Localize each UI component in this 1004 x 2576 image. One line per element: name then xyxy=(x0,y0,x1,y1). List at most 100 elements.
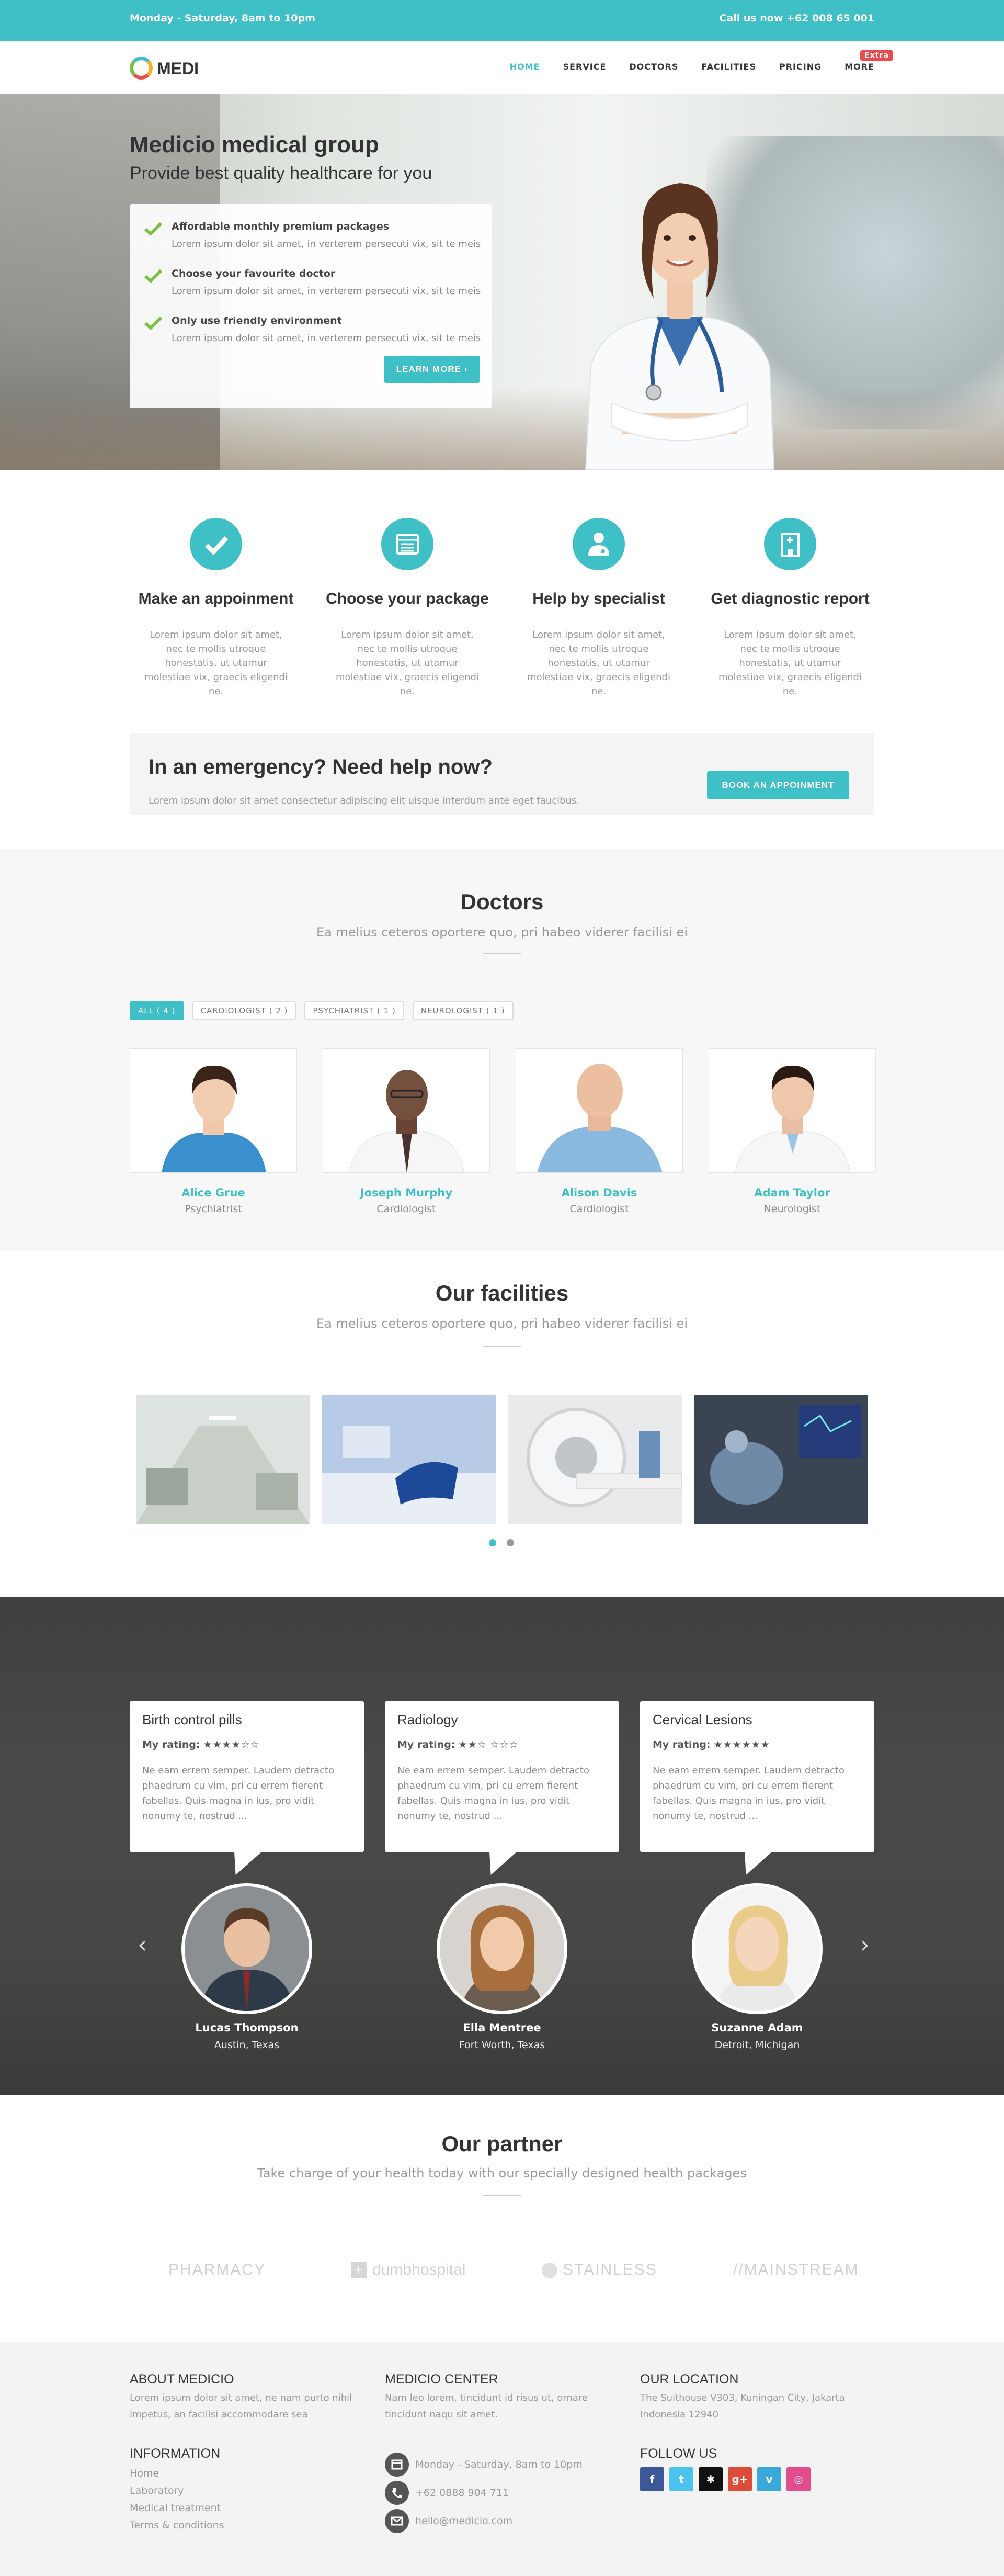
filter-cardiologist[interactable]: CARDIOLOGIST ( 2 ) xyxy=(192,1001,296,1020)
location-heading: OUR LOCATION xyxy=(640,2372,739,2387)
testimonial-name: Suzanne Adam xyxy=(711,2021,803,2034)
avatar xyxy=(181,1883,312,2014)
doctor-card[interactable]: Alison Davis Cardiologist xyxy=(516,1048,683,1221)
divider xyxy=(483,953,521,954)
nav-service[interactable]: SERVICE xyxy=(563,62,607,72)
logo-text: MEDI xyxy=(157,59,199,78)
doctor-photo xyxy=(323,1048,490,1173)
partner-logo-dumbhospital[interactable]: + dumbhospital xyxy=(351,2261,465,2279)
about-heading: ABOUT MEDICIO xyxy=(130,2372,234,2387)
rating-stars: ★★★★☆☆ xyxy=(203,1739,260,1750)
center-hours: Monday - Saturday, 8am to 10pm xyxy=(415,2459,583,2470)
doctor-specialty: Neurologist xyxy=(763,1203,821,1215)
doctor-name[interactable]: Adam Taylor xyxy=(709,1187,876,1199)
github-icon[interactable]: ✱ xyxy=(699,2467,723,2491)
nav-doctors[interactable]: DOCTORS xyxy=(629,62,678,72)
center-text: Nam leo lorem, tincidunt id risus ut, or… xyxy=(385,2392,588,2420)
partner-logo-pharmacy[interactable]: PHARMACY xyxy=(168,2261,266,2279)
doctor-specialty: Cardiologist xyxy=(376,1203,436,1215)
partner-section: Our partner Take charge of your health t… xyxy=(0,2095,1004,2342)
carousel-dots xyxy=(489,1539,514,1546)
testimonial-card: Birth control pills My rating: ★★★★☆☆ Ne… xyxy=(130,1701,364,1875)
doctor-name[interactable]: Alice Grue xyxy=(130,1187,297,1199)
carousel-dot-1[interactable] xyxy=(489,1539,496,1546)
nav-home[interactable]: HOME xyxy=(510,62,540,72)
call-number[interactable]: Call us now +62 008 65 001 xyxy=(719,13,874,24)
filter-all[interactable]: ALL ( 4 ) xyxy=(130,1001,184,1020)
check-icon xyxy=(144,222,162,235)
avatar xyxy=(692,1883,823,2014)
testimonial-title: Radiology xyxy=(397,1712,458,1727)
footer-link-medical-treatment[interactable]: Medical treatment xyxy=(130,2500,221,2517)
feature-desc: Lorem ipsum dolor sit amet, nec te molli… xyxy=(144,629,288,697)
testimonial-rating: My rating: ★★★★☆☆ xyxy=(142,1739,260,1750)
facility-image-corridor[interactable] xyxy=(136,1395,310,1524)
feature-specialist: Help by specialist Lorem ipsum dolor sit… xyxy=(512,518,685,698)
facilities-section: Our facilities Ea melius ceteros oporter… xyxy=(0,1251,1004,1597)
doctor-icon xyxy=(573,518,625,570)
benefit-desc: Lorem ipsum dolor sit amet, in verterem … xyxy=(172,239,481,250)
filter-psychiatrist[interactable]: PSYCHIATRIST ( 1 ) xyxy=(304,1001,404,1020)
learn-more-button[interactable]: LEARN MORE › xyxy=(384,356,480,383)
doctor-name[interactable]: Alison Davis xyxy=(516,1187,683,1199)
book-appointment-button[interactable]: BOOK AN APPOINMENT xyxy=(707,771,849,799)
divider xyxy=(483,1346,521,1347)
facility-image-mri[interactable] xyxy=(508,1395,682,1524)
check-icon xyxy=(144,316,162,330)
facility-image-surgery[interactable] xyxy=(694,1395,868,1524)
hero-doctor-image xyxy=(585,183,775,470)
chevron-right-icon[interactable]: › xyxy=(854,1929,875,1961)
filter-neurologist[interactable]: NEUROLOGIST ( 1 ) xyxy=(412,1001,514,1020)
testimonials-section: Birth control pills My rating: ★★★★☆☆ Ne… xyxy=(0,1597,1004,2095)
facebook-icon[interactable]: f xyxy=(640,2467,664,2491)
facility-image-dental[interactable] xyxy=(322,1395,496,1524)
list-icon xyxy=(381,518,433,570)
doctor-photo xyxy=(130,1048,297,1173)
google-plus-icon[interactable]: g+ xyxy=(728,2467,752,2491)
doctor-photo xyxy=(709,1048,876,1173)
testimonial-rating: My rating: ★★☆ ☆☆☆ xyxy=(397,1739,519,1750)
feature-package: Choose your package Lorem ipsum dolor si… xyxy=(321,518,494,698)
testimonial-location: Detroit, Michigan xyxy=(714,2039,800,2051)
testimonial-name: Lucas Thompson xyxy=(195,2021,299,2034)
feature-desc: Lorem ipsum dolor sit amet, nec te molli… xyxy=(718,629,862,697)
twitter-icon[interactable]: t xyxy=(669,2467,693,2491)
doctor-card[interactable]: Alice Grue Psychiatrist xyxy=(130,1048,297,1221)
logo[interactable]: MEDI xyxy=(130,53,203,82)
doctor-card[interactable]: Joseph Murphy Cardiologist xyxy=(323,1048,490,1221)
carousel-dot-2[interactable] xyxy=(507,1539,514,1546)
avatar xyxy=(437,1883,567,2014)
testimonial-location: Fort Worth, Texas xyxy=(459,2039,545,2051)
nav-facilities[interactable]: FACILITIES xyxy=(701,62,756,72)
benefit-title: Affordable monthly premium packages xyxy=(172,221,390,232)
footer-link-laboratory[interactable]: Laboratory xyxy=(130,2482,184,2500)
center-phone[interactable]: +62 0888 904 711 xyxy=(415,2487,509,2499)
partner-title: Our partner xyxy=(441,2131,563,2156)
hero-title: Medicio medical group xyxy=(130,132,379,157)
chevron-left-icon[interactable]: ‹ xyxy=(132,1929,153,1961)
partner-logo-label: STAINLESS xyxy=(563,2261,657,2278)
footer-link-home[interactable]: Home xyxy=(130,2465,159,2482)
check-icon xyxy=(144,269,162,283)
partner-logo-mainstream[interactable]: //MAINSTREAM xyxy=(733,2261,859,2279)
footer: ABOUT MEDICIO Lorem ipsum dolor sit amet… xyxy=(0,2342,1004,2576)
top-bar: Monday - Saturday, 8am to 10pm Call us n… xyxy=(0,0,1004,41)
logo-ring-icon xyxy=(130,57,153,80)
testimonial-location: Austin, Texas xyxy=(214,2039,280,2051)
center-email[interactable]: hello@medicio.com xyxy=(415,2515,512,2527)
nav-more[interactable]: MORE Extra xyxy=(845,50,893,72)
hero-benefits-box: Affordable monthly premium packages Lore… xyxy=(130,204,492,408)
nav-pricing[interactable]: PRICING xyxy=(779,62,822,72)
doctor-name[interactable]: Joseph Murphy xyxy=(323,1187,490,1199)
rating-label: My rating: xyxy=(653,1739,711,1750)
partner-logo-stainless[interactable]: STAINLESS xyxy=(542,2261,657,2279)
plus-icon: + xyxy=(351,2262,367,2278)
footer-link-terms[interactable]: Terms & conditions xyxy=(130,2517,224,2534)
hero-subtitle: Provide best quality healthcare for you xyxy=(130,163,432,183)
rating-label: My rating: xyxy=(142,1739,200,1750)
vine-icon[interactable]: v xyxy=(757,2467,781,2491)
feature-desc: Lorem ipsum dolor sit amet, nec te molli… xyxy=(336,629,479,697)
about-text: Lorem ipsum dolor sit amet, ne nam purto… xyxy=(130,2392,352,2420)
dribbble-icon[interactable]: ◎ xyxy=(786,2467,811,2491)
doctor-card[interactable]: Adam Taylor Neurologist xyxy=(709,1048,876,1221)
